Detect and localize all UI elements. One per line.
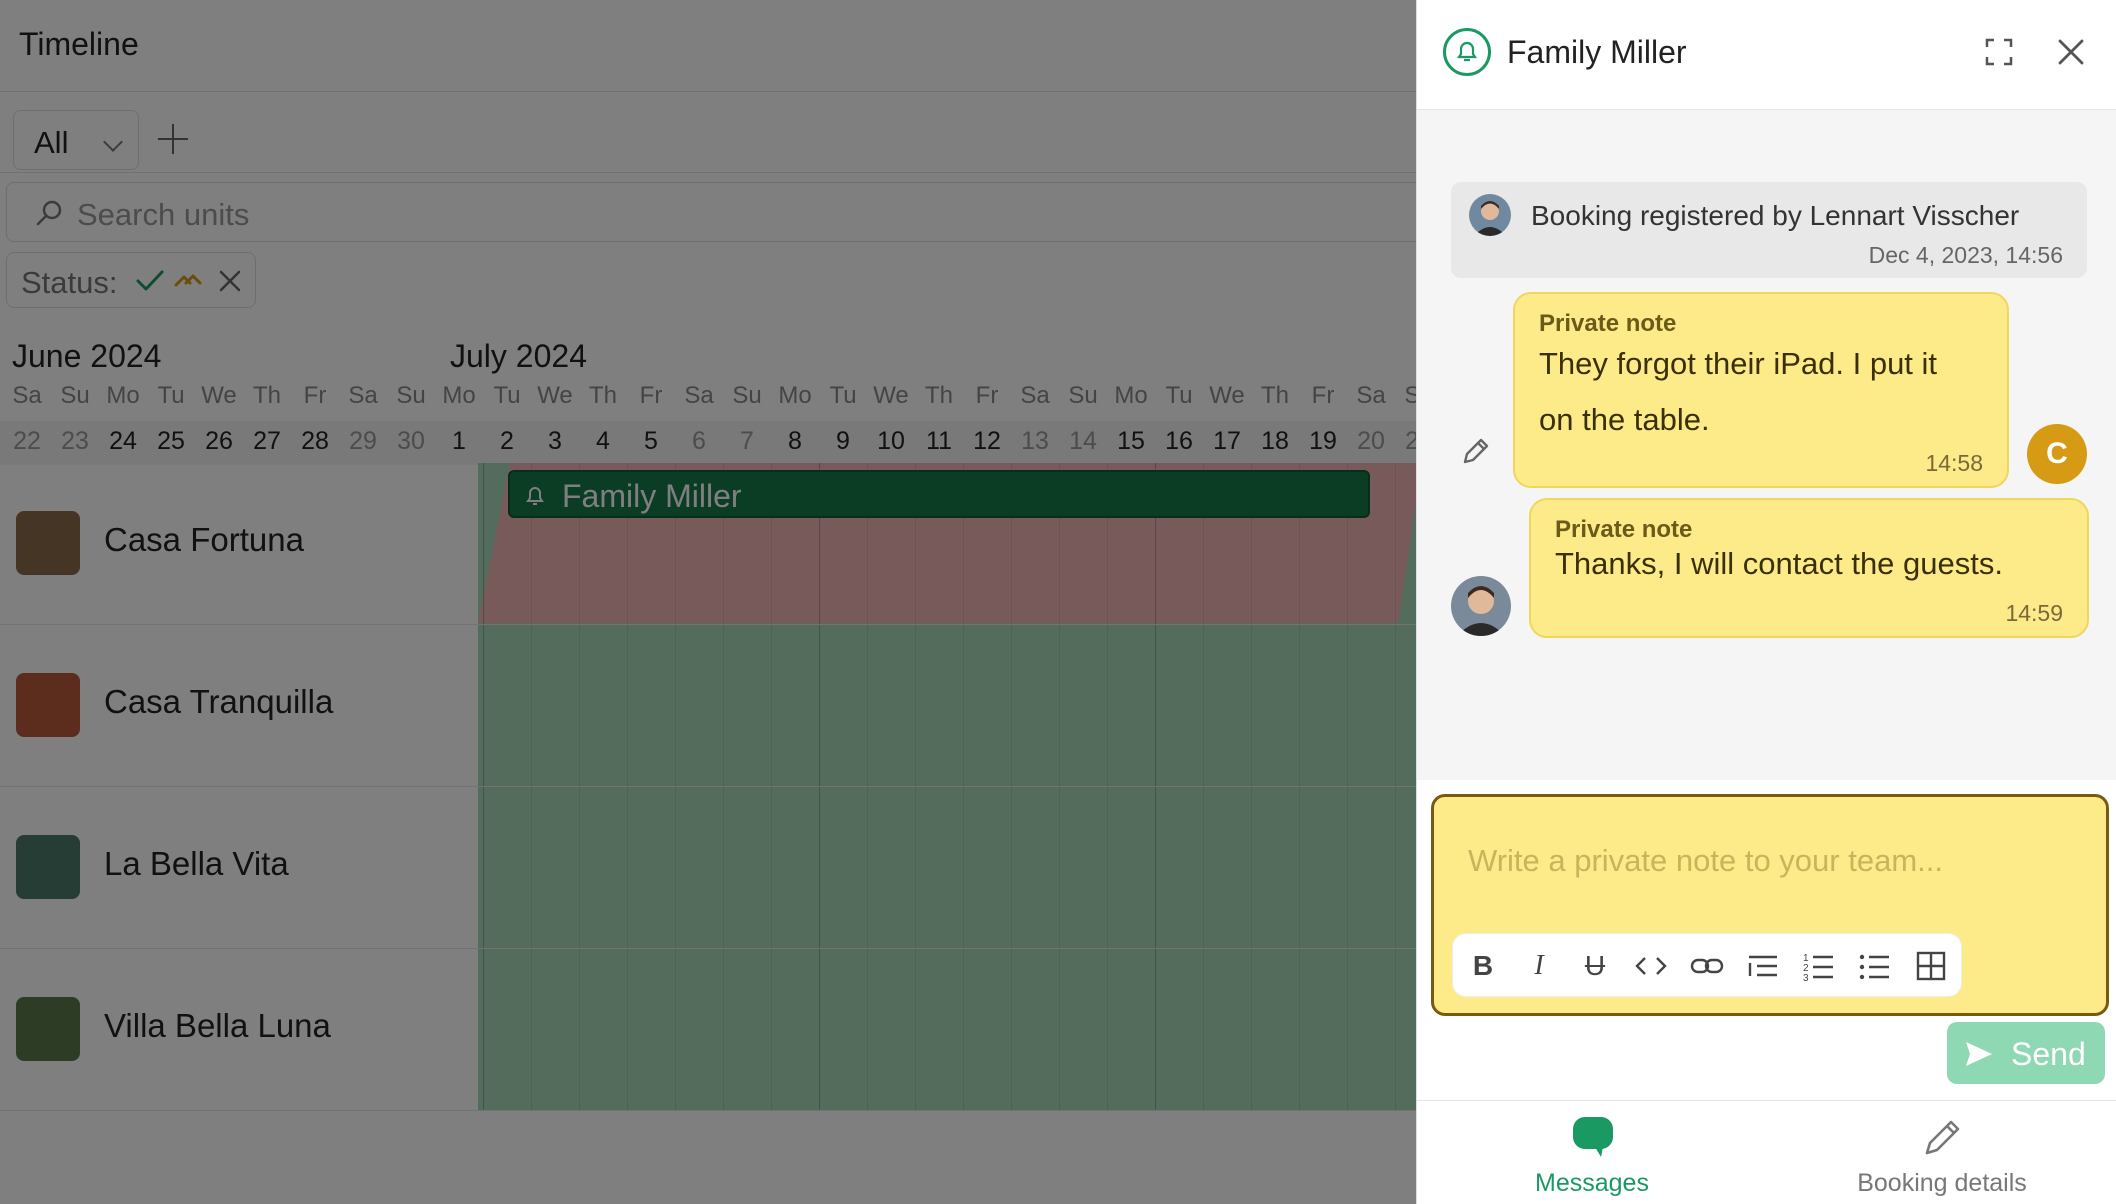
- composer-placeholder: Write a private note to your team...: [1468, 843, 1943, 878]
- italic-icon[interactable]: I: [1521, 948, 1557, 984]
- avatar: [1469, 194, 1511, 236]
- tab-messages-label: Messages: [1535, 1169, 1649, 1197]
- booking-panel: Family Miller Booking registered by Lenn…: [1416, 0, 2116, 1204]
- private-note-line: on the table.: [1539, 402, 1710, 437]
- private-note-time: 14:59: [2005, 600, 2063, 626]
- private-note-composer[interactable]: Write a private note to your team... B I…: [1431, 794, 2109, 1016]
- timeline-view: Timeline All Search units Status: June 2…: [0, 0, 1416, 1204]
- indent-icon[interactable]: [1745, 948, 1781, 984]
- expand-icon[interactable]: [1983, 36, 2015, 68]
- system-message-text: Booking registered by Lennart Visscher: [1531, 200, 2020, 231]
- tab-messages[interactable]: Messages: [1417, 1101, 1767, 1204]
- avatar: C: [2027, 424, 2087, 484]
- panel-header: Family Miller: [1417, 0, 2116, 110]
- pencil-icon: [1925, 1120, 1960, 1155]
- private-note[interactable]: Private note Thanks, I will contact the …: [1529, 498, 2089, 638]
- close-icon[interactable]: [2055, 36, 2087, 68]
- code-icon[interactable]: [1633, 948, 1669, 984]
- chat-bubble-icon: [1573, 1117, 1613, 1157]
- table-icon[interactable]: [1913, 948, 1949, 984]
- modal-backdrop[interactable]: [0, 0, 1416, 1204]
- system-message: Booking registered by Lennart Visscher D…: [1451, 182, 2087, 278]
- send-button-label: Send: [2011, 1036, 2086, 1072]
- send-icon: [1966, 1042, 1992, 1066]
- ordered-list-icon[interactable]: 1 2 3: [1801, 948, 1837, 984]
- bold-icon[interactable]: B: [1465, 948, 1501, 984]
- svg-text:3: 3: [1803, 973, 1809, 984]
- panel-tab-bar: Messages Booking details: [1417, 1100, 2116, 1204]
- panel-title: Family Miller: [1507, 34, 1687, 70]
- private-note[interactable]: Private note They forgot their iPad. I p…: [1513, 292, 2009, 488]
- link-icon[interactable]: [1689, 948, 1725, 984]
- strikethrough-icon[interactable]: U: [1577, 948, 1613, 984]
- bullet-list-icon[interactable]: [1857, 948, 1893, 984]
- private-note-time: 14:58: [1925, 450, 1983, 476]
- formatting-toolbar: B I U 1 2 3: [1452, 933, 1962, 997]
- bell-icon: [1443, 28, 1491, 76]
- private-note-header: Private note: [1539, 310, 1677, 337]
- tab-booking-details[interactable]: Booking details: [1767, 1101, 2116, 1204]
- avatar: [1451, 576, 1511, 636]
- tab-booking-details-label: Booking details: [1857, 1169, 2027, 1197]
- send-button[interactable]: Send: [1947, 1022, 2105, 1084]
- private-note-line: They forgot their iPad. I put it: [1539, 346, 1938, 381]
- private-note-line: Thanks, I will contact the guests.: [1555, 546, 2003, 581]
- system-message-time: Dec 4, 2023, 14:56: [1868, 242, 2063, 268]
- pencil-icon[interactable]: [1459, 434, 1493, 468]
